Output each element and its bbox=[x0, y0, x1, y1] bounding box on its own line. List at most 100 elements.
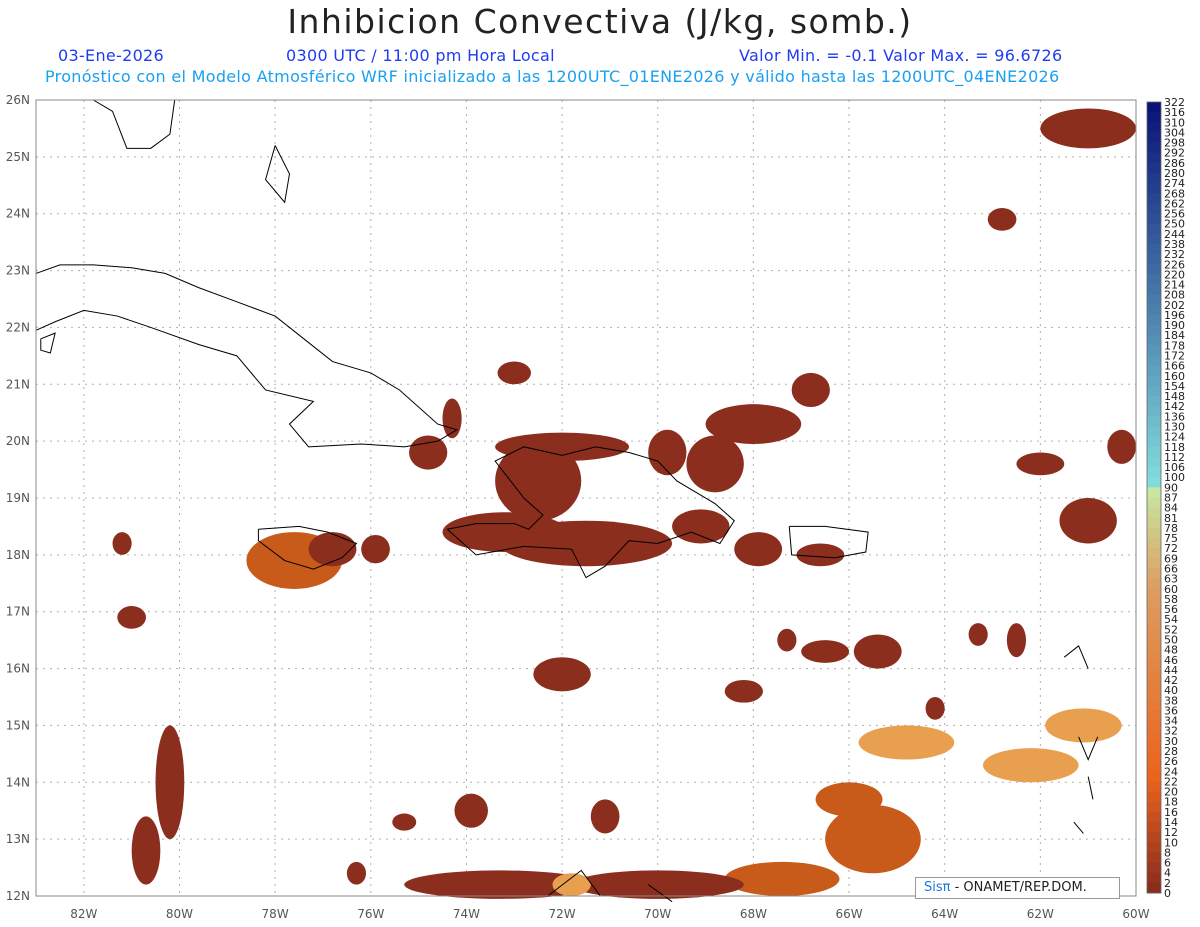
colorbar-swatch bbox=[1147, 740, 1161, 752]
colorbar-swatch bbox=[1147, 527, 1161, 539]
cin-region bbox=[1006, 623, 1026, 658]
coastline bbox=[1063, 645, 1089, 669]
colorbar-swatch bbox=[1147, 294, 1161, 306]
colorbar-swatch bbox=[1147, 872, 1161, 884]
colorbar-swatch bbox=[1147, 446, 1161, 458]
cin-region bbox=[409, 435, 448, 470]
cin-region bbox=[672, 509, 730, 544]
colorbar-swatch bbox=[1147, 538, 1161, 549]
colorbar-swatch bbox=[1147, 345, 1161, 357]
cin-region bbox=[1016, 452, 1065, 476]
cin-region bbox=[131, 816, 161, 885]
colorbar-swatch bbox=[1147, 477, 1161, 488]
cin-region bbox=[346, 861, 366, 885]
colorbar-swatch bbox=[1147, 598, 1161, 610]
cin-region bbox=[552, 873, 591, 897]
colorbar-swatch bbox=[1147, 264, 1161, 275]
colorbar-swatch bbox=[1147, 233, 1161, 245]
cin-map: 82W 80W 78W 76W 74W 72W 70W 68W 66W 64W 62W 60W 12N… bbox=[6, 93, 1185, 921]
cin-region bbox=[590, 799, 620, 834]
cin-region bbox=[499, 520, 673, 567]
cin-region bbox=[497, 361, 531, 385]
cin-region bbox=[982, 748, 1079, 783]
map-frame bbox=[35, 99, 1137, 897]
colorbar-swatch bbox=[1147, 416, 1161, 428]
cin-region bbox=[968, 623, 988, 646]
lat-tick-label: 25N bbox=[6, 150, 30, 164]
coastline bbox=[40, 332, 56, 354]
lat-tick-label: 26N bbox=[6, 93, 30, 107]
cin-region bbox=[361, 534, 390, 564]
lat-tick-label: 14N bbox=[6, 775, 30, 789]
lon-tick-label: 62W bbox=[1027, 907, 1054, 921]
coastline bbox=[1087, 776, 1094, 800]
colorbar-swatch bbox=[1147, 690, 1161, 701]
lat-tick-label: 13N bbox=[6, 832, 30, 846]
lon-tick-label: 78W bbox=[262, 907, 289, 921]
cin-region bbox=[705, 404, 802, 444]
colorbar-swatch bbox=[1147, 223, 1161, 235]
cin-region bbox=[987, 208, 1017, 231]
colorbar-swatch bbox=[1147, 548, 1161, 559]
cin-region bbox=[734, 532, 783, 567]
colorbar-swatch bbox=[1147, 426, 1161, 438]
colorbar: 3223163103042982922862802742682622562502… bbox=[1146, 96, 1185, 900]
colorbar-swatch bbox=[1147, 385, 1161, 397]
colorbar-swatch bbox=[1147, 730, 1161, 742]
colorbar-swatch bbox=[1147, 822, 1161, 833]
colorbar-swatch bbox=[1147, 700, 1161, 711]
colorbar-swatch bbox=[1147, 751, 1161, 762]
colorbar-swatch bbox=[1147, 720, 1161, 732]
cin-region bbox=[112, 532, 132, 555]
cin-region bbox=[571, 870, 744, 899]
colorbar-swatch bbox=[1147, 102, 1161, 113]
colorbar-swatch bbox=[1147, 639, 1161, 651]
lon-tick-label: 72W bbox=[549, 907, 576, 921]
map-grid bbox=[36, 99, 1137, 897]
lat-tick-label: 20N bbox=[6, 434, 30, 448]
colorbar-swatch bbox=[1147, 132, 1161, 144]
coastline bbox=[93, 99, 176, 149]
colorbar-swatch bbox=[1147, 406, 1161, 417]
colorbar-swatch bbox=[1147, 680, 1161, 691]
colorbar-swatch bbox=[1147, 122, 1161, 133]
lat-tick-label: 17N bbox=[6, 605, 30, 619]
colorbar-label: 0 bbox=[1164, 887, 1171, 900]
colorbar-swatch bbox=[1147, 669, 1161, 681]
colorbar-swatch bbox=[1147, 274, 1161, 286]
lon-tick-label: 64W bbox=[931, 907, 958, 921]
colorbar-swatch bbox=[1147, 314, 1161, 326]
cin-region bbox=[1040, 108, 1137, 149]
coastline bbox=[35, 264, 459, 448]
colorbar-swatch bbox=[1147, 304, 1161, 316]
coastline bbox=[265, 145, 290, 204]
cin-region bbox=[495, 432, 630, 462]
colorbar-swatch bbox=[1147, 801, 1161, 813]
colorbar-swatch bbox=[1147, 882, 1161, 894]
lon-tick-label: 82W bbox=[70, 907, 97, 921]
lat-tick-label: 12N bbox=[6, 889, 30, 903]
colorbar-swatch bbox=[1147, 112, 1161, 123]
lon-tick-label: 70W bbox=[644, 907, 671, 921]
cin-region bbox=[1045, 708, 1122, 743]
cin-region bbox=[686, 435, 744, 493]
colorbar-swatch bbox=[1147, 254, 1161, 265]
longitude-labels: 82W 80W 78W 76W 74W 72W 70W 68W 66W 64W 62W 60W bbox=[70, 907, 1149, 921]
colorbar-swatch bbox=[1147, 467, 1161, 478]
colorbar-swatch bbox=[1147, 811, 1161, 823]
colorbar-swatch bbox=[1147, 517, 1161, 529]
cin-region bbox=[796, 543, 845, 567]
lat-tick-label: 15N bbox=[6, 718, 30, 732]
lat-tick-label: 23N bbox=[6, 264, 30, 278]
colorbar-swatch bbox=[1147, 659, 1161, 671]
colorbar-swatch bbox=[1147, 761, 1161, 772]
colorbar-swatch bbox=[1147, 832, 1161, 843]
cin-region bbox=[815, 782, 883, 817]
colorbar-swatch bbox=[1147, 193, 1161, 204]
cin-region bbox=[155, 725, 185, 840]
colorbar-swatch bbox=[1147, 213, 1161, 225]
sispi-logo-text: Sisπ bbox=[924, 880, 951, 895]
credit-box: Sisπ - ONAMET/REP.DOM. bbox=[915, 877, 1120, 899]
colorbar-swatch bbox=[1147, 609, 1161, 620]
cin-region bbox=[648, 429, 687, 476]
